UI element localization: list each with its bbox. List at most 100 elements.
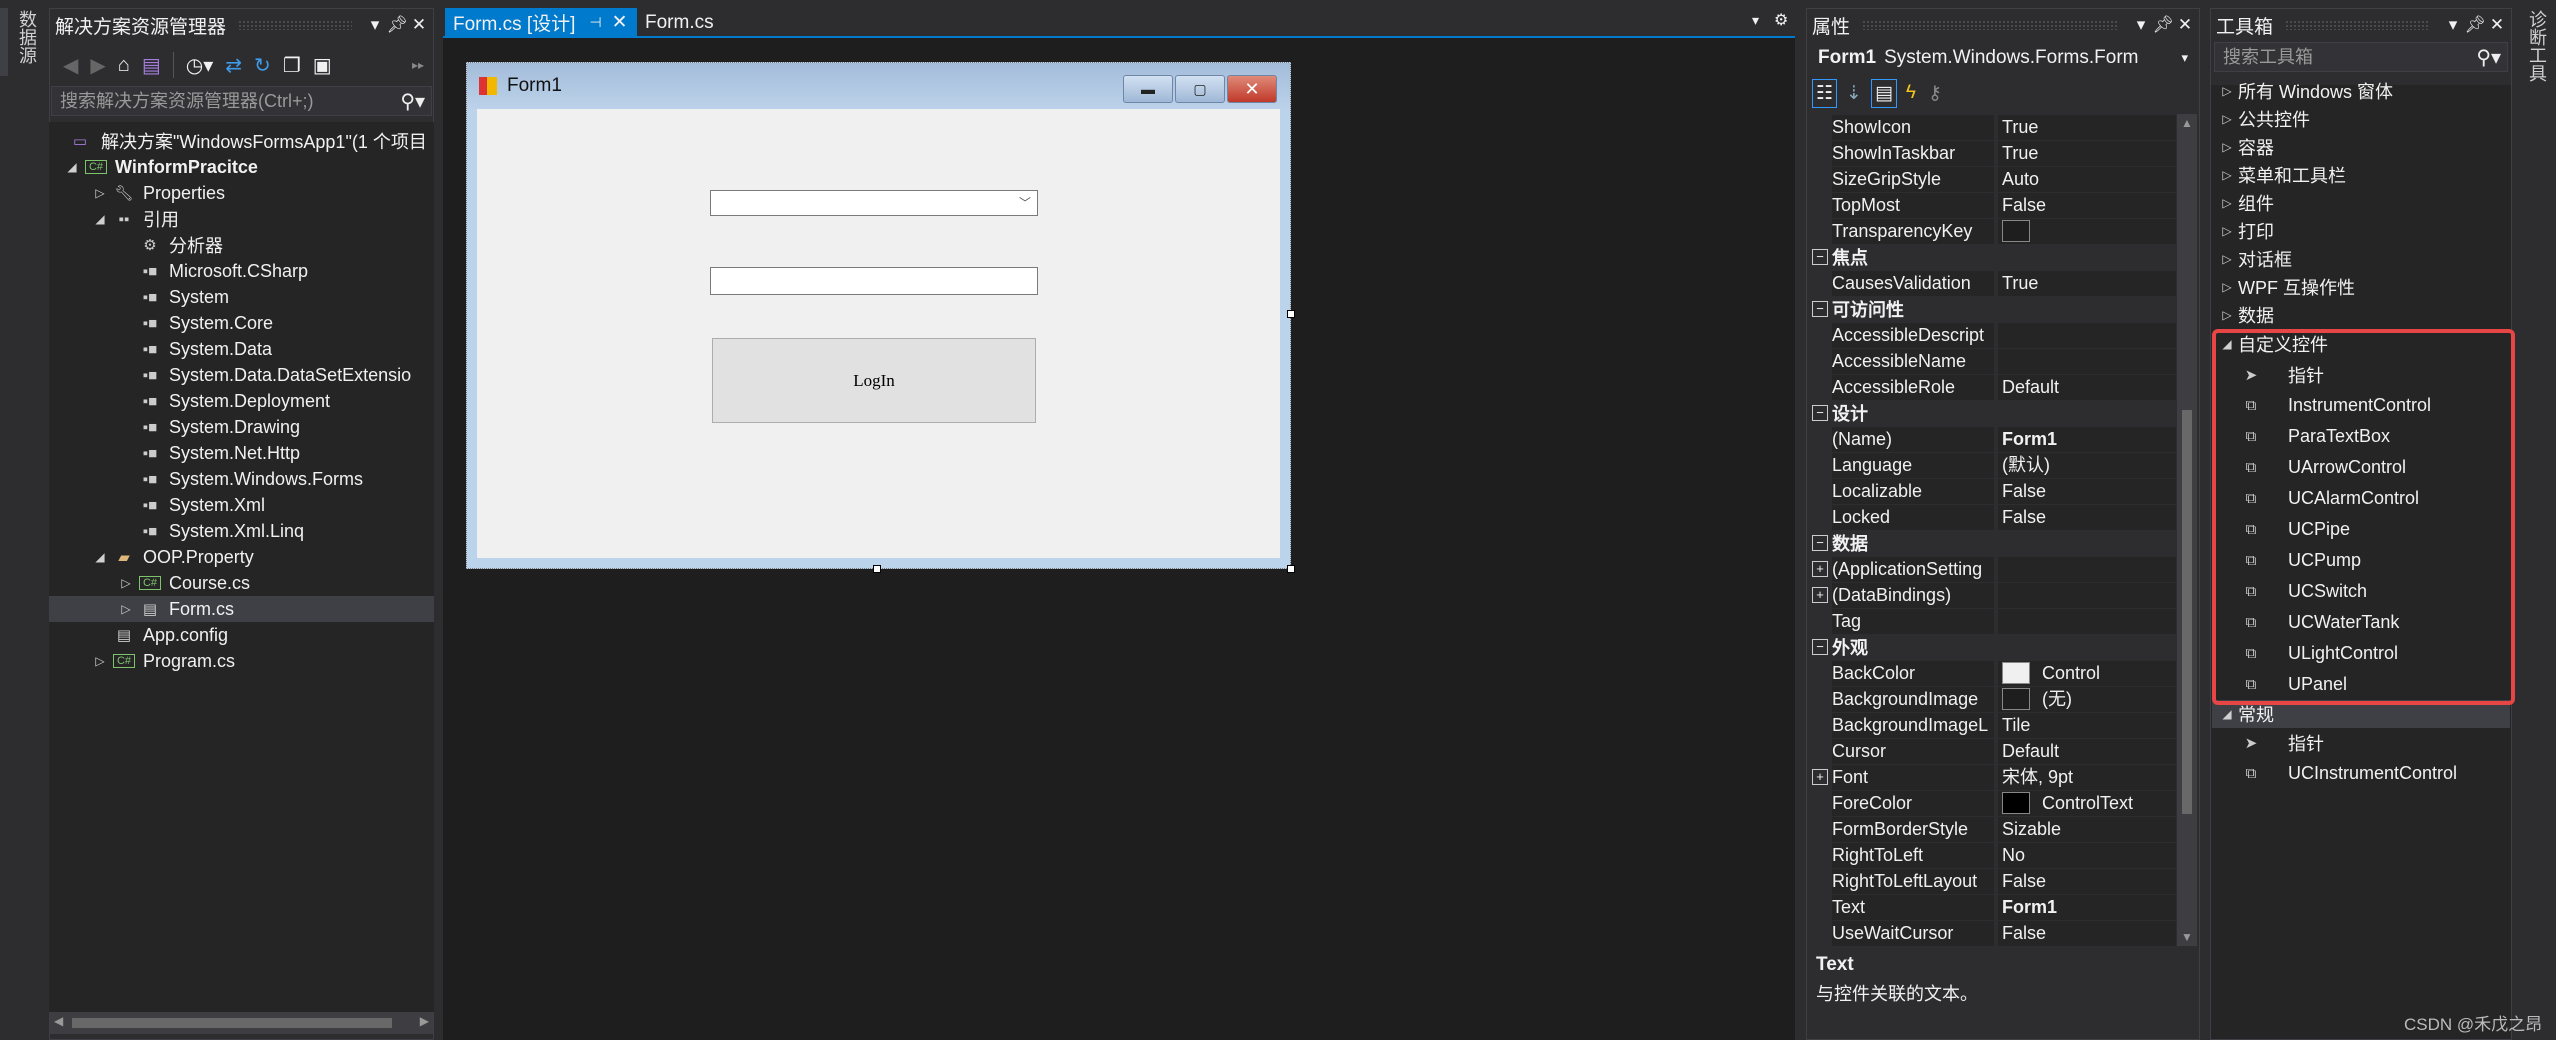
history-icon[interactable]: ◷▾	[186, 53, 214, 78]
toolbox-category[interactable]: ▷ 公共控件	[2212, 105, 2510, 133]
property-value[interactable]: ControlText	[1998, 790, 2176, 816]
toolbox-category[interactable]: ▷ 容器	[2212, 133, 2510, 161]
home-icon[interactable]: ⌂	[118, 54, 130, 77]
expand-arrow-icon[interactable]: ▷	[2220, 112, 2234, 126]
expand-arrow-icon[interactable]: ▷	[2220, 196, 2234, 210]
search-input[interactable]	[60, 90, 395, 112]
property-value[interactable]: Auto	[1998, 166, 2176, 192]
property-row[interactable]: TransparencyKey	[1810, 218, 2176, 244]
property-value[interactable]: False	[1998, 504, 2176, 530]
tree-item[interactable]: ▪■ System.Drawing	[49, 414, 434, 440]
collapse-icon[interactable]: −	[1812, 405, 1828, 421]
close-icon[interactable]: ✕	[2174, 15, 2196, 35]
property-value[interactable]: True	[1998, 114, 2176, 140]
alphabetical-icon[interactable]: ⇣	[1843, 80, 1865, 107]
close-icon[interactable]: ✕	[612, 11, 628, 34]
property-row[interactable]: Cursor Default	[1810, 738, 2176, 764]
tree-item[interactable]: ▪■ System.Core	[49, 310, 434, 336]
dropdown-icon[interactable]: ▾	[2130, 15, 2152, 35]
collapse-icon[interactable]: −	[1812, 249, 1828, 265]
property-pages-icon[interactable]: ⚷	[1925, 80, 1945, 107]
property-category[interactable]: − 可访问性	[1810, 296, 2176, 322]
show-all-files-icon[interactable]: ▣	[313, 53, 332, 78]
property-grid-scrollbar[interactable]: ▲ ▼	[2177, 114, 2197, 946]
tree-item[interactable]: ▷ 🔧︎ Properties	[49, 180, 434, 206]
resize-handle-right[interactable]	[1287, 310, 1295, 318]
pin-icon[interactable]: 📌︎	[2464, 15, 2486, 35]
property-row[interactable]: ShowIcon True	[1810, 114, 2176, 140]
search-icon[interactable]: ⚲▾	[2470, 45, 2507, 70]
property-category[interactable]: − 外观	[1810, 634, 2176, 660]
expand-icon[interactable]: +	[1812, 561, 1828, 577]
property-value[interactable]: No	[1998, 842, 2176, 868]
resize-handle-bottom[interactable]	[873, 565, 881, 573]
collapse-arrow-icon[interactable]: ◢	[93, 212, 107, 226]
tab-form-designer[interactable]: Form.cs [设计] ⊣ ✕	[445, 8, 637, 37]
property-value[interactable]: (默认)	[1998, 452, 2176, 478]
expand-arrow-icon[interactable]: ▷	[2220, 308, 2234, 322]
property-value[interactable]: False	[1998, 868, 2176, 894]
property-value[interactable]	[1998, 582, 2176, 608]
property-value[interactable]: Sizable	[1998, 816, 2176, 842]
pin-icon[interactable]: 📌︎	[386, 15, 408, 35]
property-row[interactable]: ForeColor ControlText	[1810, 790, 2176, 816]
property-category[interactable]: − 焦点	[1810, 244, 2176, 270]
expand-arrow-icon[interactable]: ▷	[2220, 168, 2234, 182]
property-row[interactable]: RightToLeft No	[1810, 842, 2176, 868]
expand-icon[interactable]: +	[1812, 769, 1828, 785]
settings-icon[interactable]: ⚙	[1774, 10, 1788, 30]
form-designer-window[interactable]: Form1 ▬ ▢ ✕ ﹀ LogIn	[466, 62, 1291, 569]
property-value[interactable]	[1998, 608, 2176, 634]
expand-arrow-icon[interactable]: ▷	[119, 576, 133, 590]
tree-item[interactable]: ▪■ System.Xml.Linq	[49, 518, 434, 544]
property-row[interactable]: + (ApplicationSetting	[1810, 556, 2176, 582]
property-value[interactable]: False	[1998, 920, 2176, 946]
close-icon[interactable]: ✕	[2486, 15, 2508, 35]
tree-item[interactable]: ▪■ System.Deployment	[49, 388, 434, 414]
object-selector[interactable]: Form1 System.Windows.Forms.Form ▾	[1810, 42, 2196, 74]
property-value[interactable]	[1998, 322, 2176, 348]
property-value[interactable]: 宋体, 9pt	[1998, 764, 2176, 790]
toolbox-category[interactable]: ▷ 数据	[2212, 301, 2510, 329]
back-icon[interactable]: ◀	[63, 53, 78, 78]
property-category[interactable]: − 数据	[1810, 530, 2176, 556]
property-value[interactable]	[1998, 556, 2176, 582]
diagnostic-tools-tab[interactable]: 诊断工具	[2524, 10, 2550, 82]
pin-icon[interactable]: ⊣	[589, 14, 601, 31]
property-value[interactable]: Form1	[1998, 426, 2176, 452]
property-row[interactable]: ShowInTaskbar True	[1810, 140, 2176, 166]
property-row[interactable]: UseWaitCursor False	[1810, 920, 2176, 946]
property-value[interactable]: Default	[1998, 738, 2176, 764]
toolbox-category[interactable]: ▷ 打印	[2212, 217, 2510, 245]
tree-item[interactable]: ▪■ System.Net.Http	[49, 440, 434, 466]
property-value[interactable]: True	[1998, 270, 2176, 296]
property-value[interactable]: True	[1998, 140, 2176, 166]
property-value[interactable]: Form1	[1998, 894, 2176, 920]
chevron-down-icon[interactable]: ▾	[2181, 50, 2188, 66]
property-row[interactable]: BackgroundImageL Tile	[1810, 712, 2176, 738]
tree-item[interactable]: ◢ ▪▪ 引用	[49, 206, 434, 232]
expand-arrow-icon[interactable]: ▷	[93, 654, 107, 668]
expand-arrow-icon[interactable]: ▷	[119, 602, 133, 616]
tree-item[interactable]: ▪■ System.Data	[49, 336, 434, 362]
properties-icon[interactable]: ▤	[1870, 78, 1897, 108]
collapse-arrow-icon[interactable]: ◢	[2220, 707, 2234, 721]
toolbox-category[interactable]: ▷ 组件	[2212, 189, 2510, 217]
property-row[interactable]: FormBorderStyle Sizable	[1810, 816, 2176, 842]
horizontal-scrollbar[interactable]: ◀ ▶	[50, 1012, 433, 1034]
tree-item[interactable]: ▪■ System.Xml	[49, 492, 434, 518]
tree-item[interactable]: ▷ C# Program.cs	[49, 648, 434, 674]
tree-item[interactable]: ▪■ System.Data.DataSetExtensio	[49, 362, 434, 388]
property-row[interactable]: Text Form1	[1810, 894, 2176, 920]
expand-arrow-icon[interactable]: ▷	[93, 186, 107, 200]
toolbox-category[interactable]: ▷ 菜单和工具栏	[2212, 161, 2510, 189]
property-row[interactable]: BackColor Control	[1810, 660, 2176, 686]
property-row[interactable]: + Font 宋体, 9pt	[1810, 764, 2176, 790]
property-row[interactable]: AccessibleDescript	[1810, 322, 2176, 348]
property-row[interactable]: SizeGripStyle Auto	[1810, 166, 2176, 192]
scrollbar-thumb[interactable]	[2182, 410, 2192, 814]
solution-explorer-search[interactable]: ⚲▾	[51, 86, 432, 116]
resize-handle-corner[interactable]	[1287, 565, 1295, 573]
overflow-icon[interactable]: ▸▸	[412, 58, 424, 72]
expand-arrow-icon[interactable]: ▷	[2220, 280, 2234, 294]
